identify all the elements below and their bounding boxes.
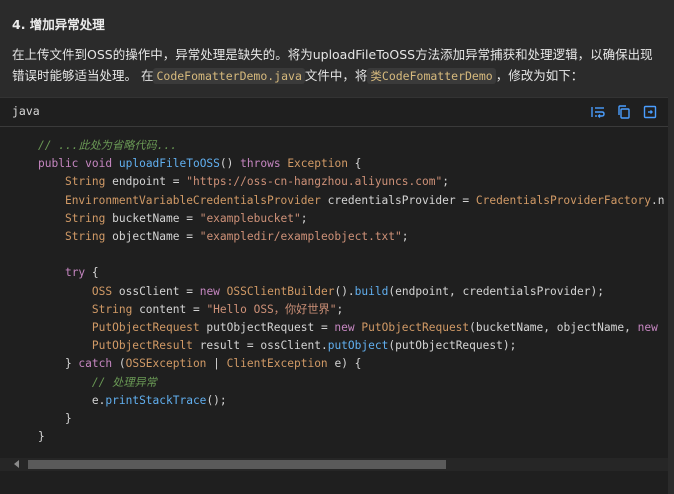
section-heading: 4. 增加异常处理 — [12, 17, 105, 32]
code-line: String content = "Hello OSS，你好世界"; — [91, 302, 344, 316]
intro-text-2: 文件中，将 — [304, 68, 368, 83]
copy-icon[interactable] — [616, 104, 632, 120]
intro-paragraph: 在上传文件到OSS的操作中，异常处理是缺失的。将为uploadFileToOSS… — [12, 44, 662, 87]
code-line: try { — [64, 266, 99, 280]
expand-icon[interactable] — [642, 104, 658, 120]
intro-text-3: ，修改为如下： — [495, 68, 584, 83]
scroll-left-arrow-icon[interactable] — [14, 460, 19, 468]
code-content: // ...此处为省略代码... public void uploadFileT… — [0, 127, 668, 459]
code-line: String objectName = "exampledir/exampleo… — [64, 230, 409, 244]
code-line: public void uploadFileToOSS() throws Exc… — [38, 157, 362, 171]
code-line: e.printStackTrace(); — [91, 393, 227, 407]
inline-code-filename: CodeFomatterDemo.java — [153, 68, 305, 84]
code-line: } catch (OSSException | ClientException … — [38, 357, 362, 371]
code-block-header: java — [0, 98, 668, 127]
horizontal-scrollbar[interactable] — [0, 458, 668, 471]
scrollbar-thumb[interactable] — [28, 460, 446, 469]
code-block-footer — [0, 471, 668, 494]
code-line: String bucketName = "examplebucket"; — [64, 211, 308, 225]
code-line: } — [38, 430, 45, 444]
code-line: PutObjectResult result = ossClient.putOb… — [91, 339, 517, 353]
code-line: // 处理异常 — [91, 375, 157, 389]
code-line: } — [38, 412, 72, 426]
wrap-lines-icon[interactable] — [590, 104, 606, 120]
code-line: // ...此处为省略代码... — [38, 139, 177, 152]
code-language-label: java — [12, 104, 40, 118]
inline-code-classname: 类CodeFomatterDemo — [367, 68, 496, 84]
code-line: PutObjectRequest putObjectRequest = new … — [91, 321, 658, 335]
code-line: OSS ossClient = new OSSClientBuilder().b… — [91, 284, 604, 298]
code-block: java // ...此处为省略代码... public void upload… — [0, 97, 668, 494]
code-toolbar — [590, 104, 658, 120]
code-line: EnvironmentVariableCredentialsProvider c… — [64, 193, 665, 207]
code-line: String endpoint = "https://oss-cn-hangzh… — [64, 175, 449, 189]
